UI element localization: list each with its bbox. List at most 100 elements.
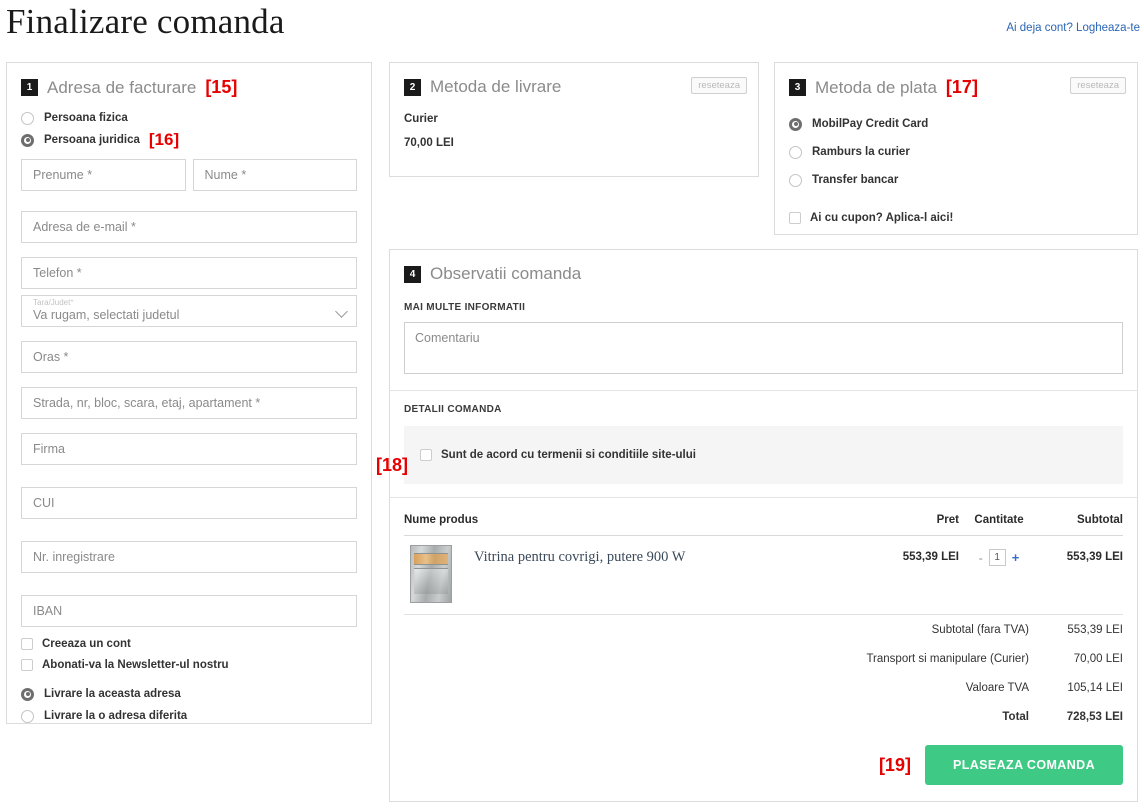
- company-input[interactable]: Firma: [21, 433, 357, 465]
- checkbox-create-account[interactable]: Creeaza un cont: [7, 633, 371, 654]
- checkbox-icon-unchecked: [21, 659, 33, 671]
- payment-method-label: Ramburs la curier: [812, 146, 910, 158]
- checkbox-coupon[interactable]: Ai cu cupon? Aplica-l aici!: [775, 204, 1137, 232]
- county-select-value: Va rugam, selectati judetul: [33, 308, 345, 323]
- ship-same-label: Livrare la aceasta adresa: [44, 688, 181, 700]
- total-row-subtotal: Subtotal (fara TVA) 553,39 LEI: [404, 615, 1123, 644]
- total-label: Valoare TVA: [966, 682, 1029, 694]
- checkbox-icon-unchecked[interactable]: [420, 449, 432, 461]
- place-order-button[interactable]: PLASEAZA COMANDA: [925, 745, 1123, 785]
- total-row-vat: Valoare TVA 105,14 LEI: [404, 673, 1123, 702]
- radio-ramburs-la-curier[interactable]: Ramburs la curier: [775, 138, 1137, 166]
- shipping-reset-button[interactable]: reseteaza: [691, 77, 747, 94]
- email-input[interactable]: Adresa de e-mail *: [21, 211, 357, 243]
- radio-mobilpay-credit-card[interactable]: MobilPay Credit Card: [775, 110, 1137, 138]
- annotation-16: [16]: [149, 130, 179, 150]
- observations-panel-header: 4 Observatii comanda: [390, 250, 1137, 284]
- quantity-stepper[interactable]: - 1 +: [959, 545, 1039, 566]
- total-label: Subtotal (fara TVA): [932, 624, 1029, 636]
- observations-panel-title: Observatii comanda: [430, 264, 581, 284]
- table-row: Vitrina pentru covrigi, putere 900 W 553…: [404, 536, 1123, 615]
- registration-number-input[interactable]: Nr. inregistrare: [21, 541, 357, 573]
- shipping-body: Curier 70,00 LEI: [390, 97, 758, 149]
- cui-input[interactable]: CUI: [21, 487, 357, 519]
- terms-agreement-bar[interactable]: Sunt de acord cu termenii si conditiile …: [404, 426, 1123, 484]
- step-number-badge: 2: [404, 79, 421, 96]
- radio-icon-selected: [21, 688, 34, 701]
- observations-body: MAI MULTE INFORMATII Comentariu: [390, 284, 1137, 374]
- checkout-page: Finalizare comanda Ai deja cont? Logheaz…: [0, 0, 1144, 808]
- quantity-decrease-button[interactable]: -: [979, 551, 983, 565]
- shipping-panel-header: 2 Metoda de livrare reseteaza: [390, 63, 758, 97]
- terms-label: Sunt de acord cu termenii si conditiile …: [441, 449, 696, 461]
- comment-textarea[interactable]: Comentariu: [404, 322, 1123, 374]
- order-footer: [19] PLASEAZA COMANDA: [404, 745, 1123, 785]
- product-price: 553,39 LEI: [871, 545, 959, 563]
- annotation-15: [15]: [205, 77, 237, 98]
- checkbox-icon-unchecked: [21, 638, 33, 650]
- county-required-marker: *: [70, 298, 73, 307]
- street-input[interactable]: Strada, nr, bloc, scara, etaj, apartamen…: [21, 387, 357, 419]
- radio-icon-unselected: [21, 710, 34, 723]
- page-title: Finalizare comanda: [6, 2, 285, 42]
- shipping-method-panel: 2 Metoda de livrare reseteaza Curier 70,…: [389, 62, 759, 177]
- product-thumbnail[interactable]: [410, 545, 452, 603]
- order-table-header: Nume produs Pret Cantitate Subtotal: [404, 514, 1123, 536]
- radio-label-company: Persoana juridica: [44, 134, 140, 146]
- radio-icon-unselected: [789, 174, 802, 187]
- column-header-price: Pret: [871, 514, 959, 526]
- login-link[interactable]: Ai deja cont? Logheaza-te: [1006, 22, 1140, 34]
- billing-panel-title: Adresa de facturare: [47, 78, 196, 98]
- quantity-increase-button[interactable]: +: [1012, 550, 1020, 565]
- radio-icon-unselected: [789, 146, 802, 159]
- payment-reset-button[interactable]: reseteaza: [1070, 77, 1126, 94]
- payment-panel-title: Metoda de plata: [815, 78, 937, 98]
- billing-panel-header: 1 Adresa de facturare [15]: [7, 63, 371, 98]
- billing-address-panel: 1 Adresa de facturare [15] Persoana fizi…: [6, 62, 372, 724]
- city-input[interactable]: Oras *: [21, 341, 357, 373]
- shipping-price: 70,00 LEI: [404, 137, 758, 149]
- county-select[interactable]: Tara/Judet* Va rugam, selectati judetul: [21, 295, 357, 327]
- product-name[interactable]: Vitrina pentru covrigi, putere 900 W: [474, 545, 685, 566]
- payment-panel-header: 3 Metoda de plata [17] reseteaza: [775, 63, 1137, 98]
- payment-method-label: Transfer bancar: [812, 174, 898, 186]
- county-select-label: Tara/Judet*: [33, 298, 345, 308]
- product-subtotal: 553,39 LEI: [1039, 545, 1123, 563]
- last-name-input[interactable]: Nume *: [193, 159, 358, 191]
- step-number-badge: 3: [789, 79, 806, 96]
- radio-icon-unselected: [21, 112, 34, 125]
- order-totals: Subtotal (fara TVA) 553,39 LEI Transport…: [404, 615, 1123, 731]
- total-value: 105,14 LEI: [1039, 682, 1123, 694]
- total-value: 728,53 LEI: [1039, 711, 1123, 723]
- radio-persoana-juridica[interactable]: Persoana juridica [16]: [7, 129, 371, 151]
- billing-fields: Prenume * Nume * Adresa de e-mail * Tele…: [7, 151, 371, 627]
- radio-transfer-bancar[interactable]: Transfer bancar: [775, 166, 1137, 194]
- radio-ship-different-address[interactable]: Livrare la o adresa diferita: [7, 705, 371, 727]
- step-number-badge: 1: [21, 79, 38, 96]
- shipping-panel-title: Metoda de livrare: [430, 77, 561, 97]
- checkbox-icon-unchecked: [789, 212, 801, 224]
- step-number-badge: 4: [404, 266, 421, 283]
- radio-persoana-fizica[interactable]: Persoana fizica: [7, 107, 371, 129]
- payment-method-panel: 3 Metoda de plata [17] reseteaza MobilPa…: [774, 62, 1138, 235]
- more-info-label: MAI MULTE INFORMATII: [404, 302, 1123, 313]
- phone-input[interactable]: Telefon *: [21, 257, 357, 289]
- total-value: 70,00 LEI: [1039, 653, 1123, 665]
- radio-label-individual: Persoana fizica: [44, 112, 128, 124]
- create-account-label: Creeaza un cont: [42, 638, 131, 650]
- total-value: 553,39 LEI: [1039, 624, 1123, 636]
- radio-ship-same-address[interactable]: Livrare la aceasta adresa: [7, 683, 371, 705]
- checkbox-newsletter[interactable]: Abonati-va la Newsletter-ul nostru: [7, 654, 371, 675]
- payment-method-label: MobilPay Credit Card: [812, 118, 928, 130]
- iban-input[interactable]: IBAN: [21, 595, 357, 627]
- column-header-name: Nume produs: [404, 514, 871, 526]
- total-label: Transport si manipulare (Curier): [866, 653, 1029, 665]
- column-header-subtotal: Subtotal: [1039, 514, 1123, 526]
- first-name-input[interactable]: Prenume *: [21, 159, 186, 191]
- annotation-17: [17]: [946, 77, 978, 98]
- annotation-18: [18]: [376, 455, 408, 476]
- order-observations-panel: 4 Observatii comanda MAI MULTE INFORMATI…: [389, 249, 1138, 802]
- total-row-shipping: Transport si manipulare (Curier) 70,00 L…: [404, 644, 1123, 673]
- ship-different-label: Livrare la o adresa diferita: [44, 710, 187, 722]
- quantity-input[interactable]: 1: [989, 549, 1006, 566]
